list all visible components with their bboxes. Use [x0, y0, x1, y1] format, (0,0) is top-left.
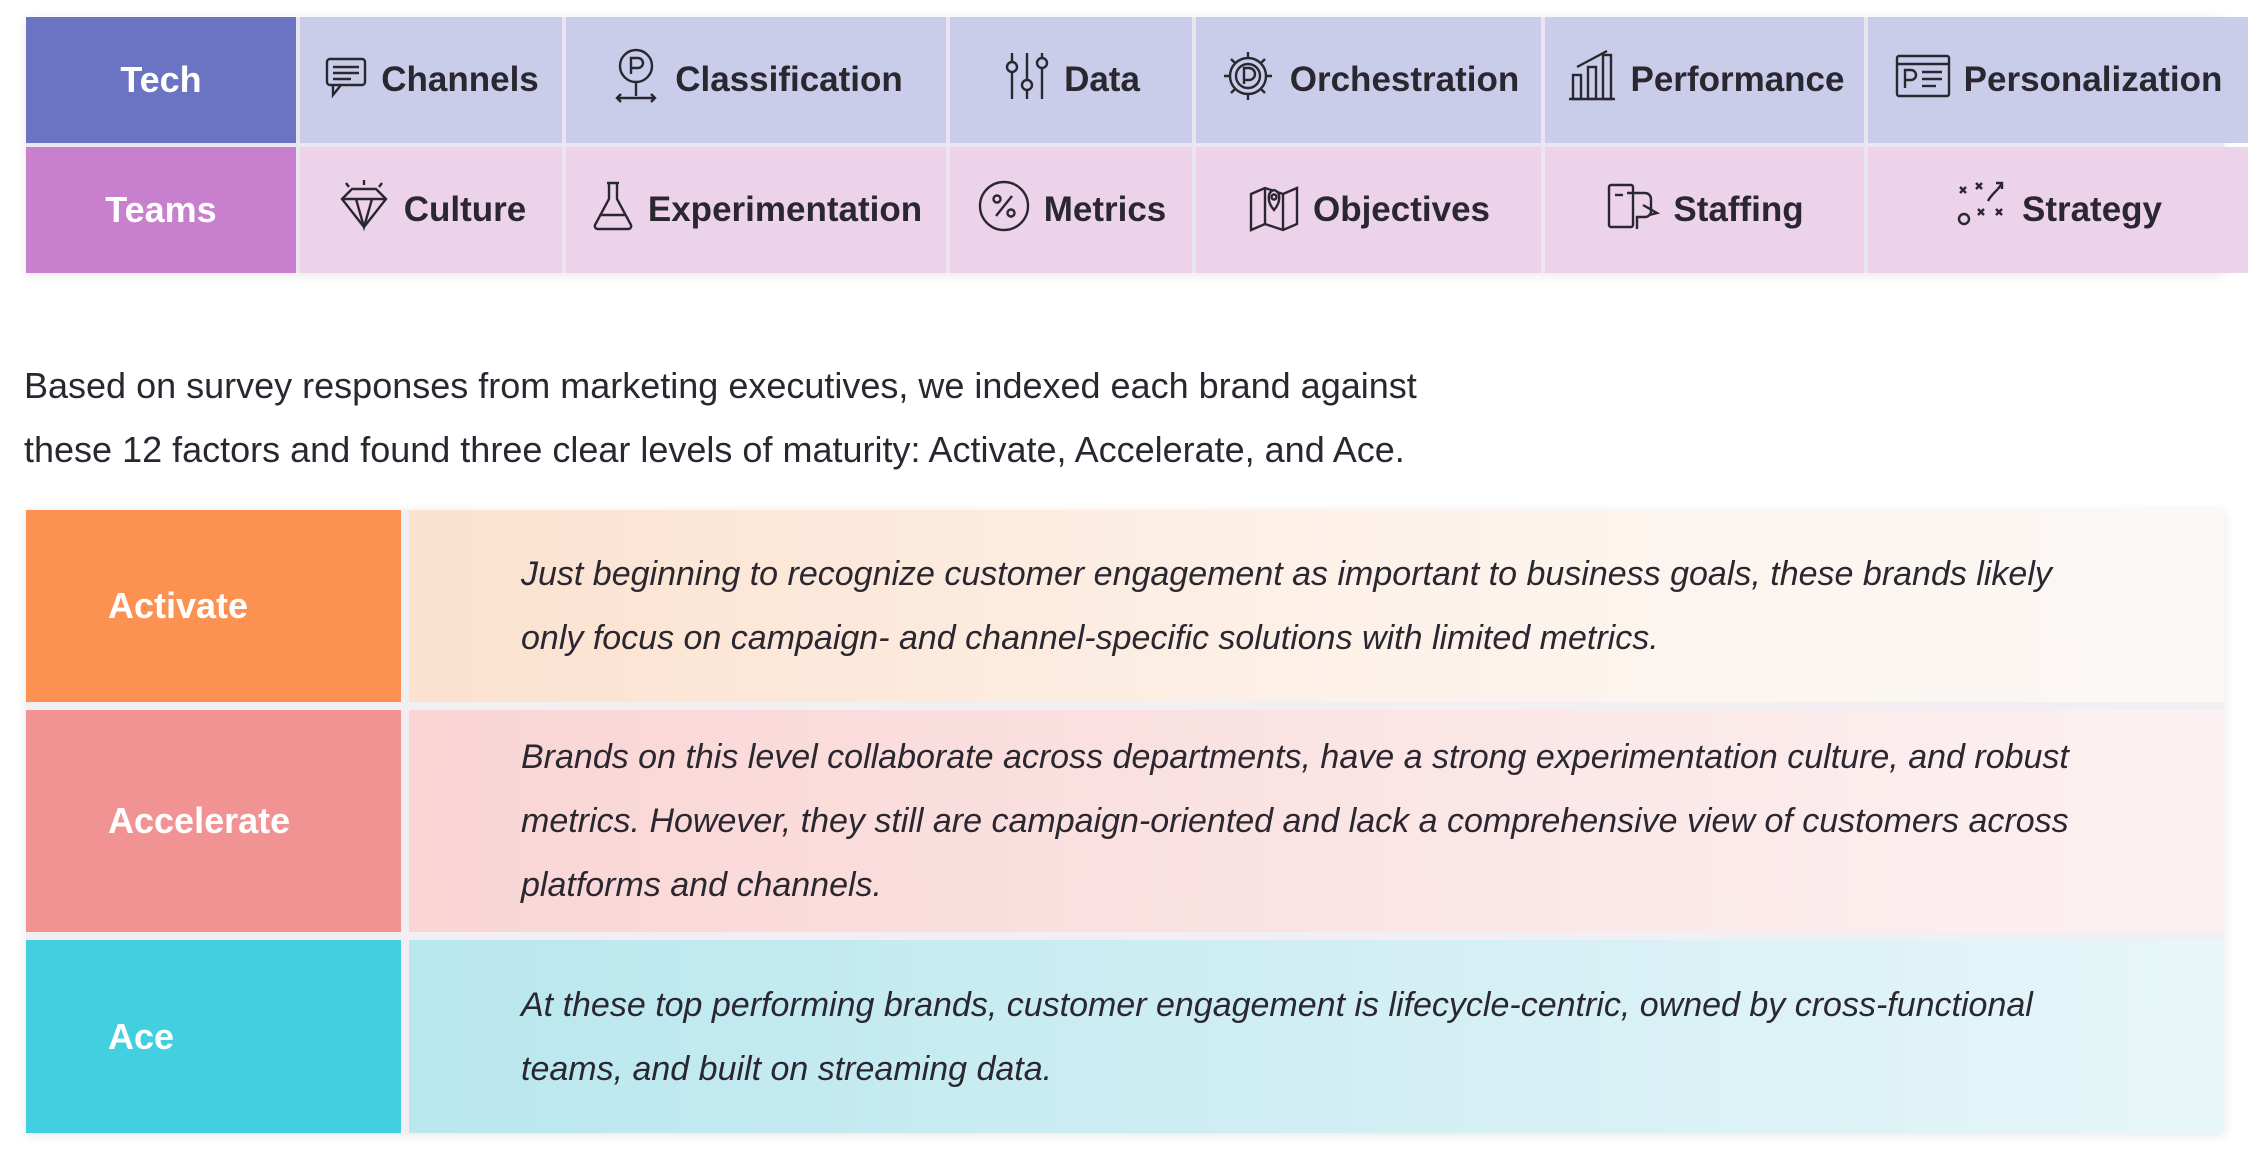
factor-label: Strategy	[2021, 190, 2163, 229]
factor-data: Data	[950, 17, 1192, 143]
level-label: Ace	[26, 940, 401, 1133]
level-description: Just beginning to recognize customer eng…	[409, 510, 2224, 702]
factor-culture: Culture	[300, 147, 562, 273]
flask-icon	[590, 179, 636, 242]
chat-bubble-icon	[323, 53, 369, 108]
factor-label: Orchestration	[1289, 60, 1520, 99]
level-description: Brands on this level collaborate across …	[409, 710, 2224, 932]
people-icon	[1605, 179, 1661, 242]
factor-classification: Classification	[566, 17, 946, 143]
intro-line-1: Based on survey responses from marketing…	[24, 365, 1417, 406]
factor-label: Personalization	[1963, 60, 2223, 99]
factor-label: Experimentation	[647, 190, 923, 229]
intro-line-2: these 12 factors and found three clear l…	[24, 429, 1405, 470]
factor-label: Metrics	[1043, 190, 1167, 229]
factors-grid: Tech Channels Classification Data Orches…	[26, 17, 2248, 273]
factor-label: Data	[1064, 60, 1140, 99]
factor-metrics: Metrics	[950, 147, 1192, 273]
factor-label: Performance	[1630, 60, 1845, 99]
tech-row-header: Tech	[26, 17, 296, 143]
factor-label: Objectives	[1312, 190, 1491, 229]
factor-objectives: Objectives	[1196, 147, 1541, 273]
browser-window-icon	[1894, 52, 1952, 109]
factor-label: Channels	[381, 60, 539, 99]
teams-row-header: Teams	[26, 147, 296, 273]
factor-performance: Performance	[1545, 17, 1864, 143]
tag-pin-icon	[609, 46, 663, 115]
factor-label: Classification	[675, 60, 903, 99]
factor-label: Culture	[403, 190, 527, 229]
factor-staffing: Staffing	[1545, 147, 1864, 273]
factor-strategy: Strategy	[1868, 147, 2248, 273]
level-description: At these top performing brands, customer…	[409, 940, 2224, 1133]
maturity-levels-table: Activate Just beginning to recognize cus…	[26, 510, 2224, 1133]
factor-personalization: Personalization	[1868, 17, 2248, 143]
factor-experimentation: Experimentation	[566, 147, 946, 273]
level-label: Accelerate	[26, 710, 401, 932]
level-label: Activate	[26, 510, 401, 702]
factor-label: Staffing	[1673, 190, 1804, 229]
factor-channels: Channels	[300, 17, 562, 143]
percent-icon	[976, 178, 1032, 243]
diamond-icon	[336, 179, 392, 242]
play-diagram-icon	[1954, 179, 2010, 242]
bar-chart-icon	[1565, 47, 1619, 114]
gear-icon	[1218, 46, 1278, 115]
sliders-icon	[1002, 49, 1052, 112]
intro-paragraph: Based on survey responses from marketing…	[24, 354, 1584, 482]
map-pin-icon	[1247, 180, 1301, 241]
factor-orchestration: Orchestration	[1196, 17, 1541, 143]
